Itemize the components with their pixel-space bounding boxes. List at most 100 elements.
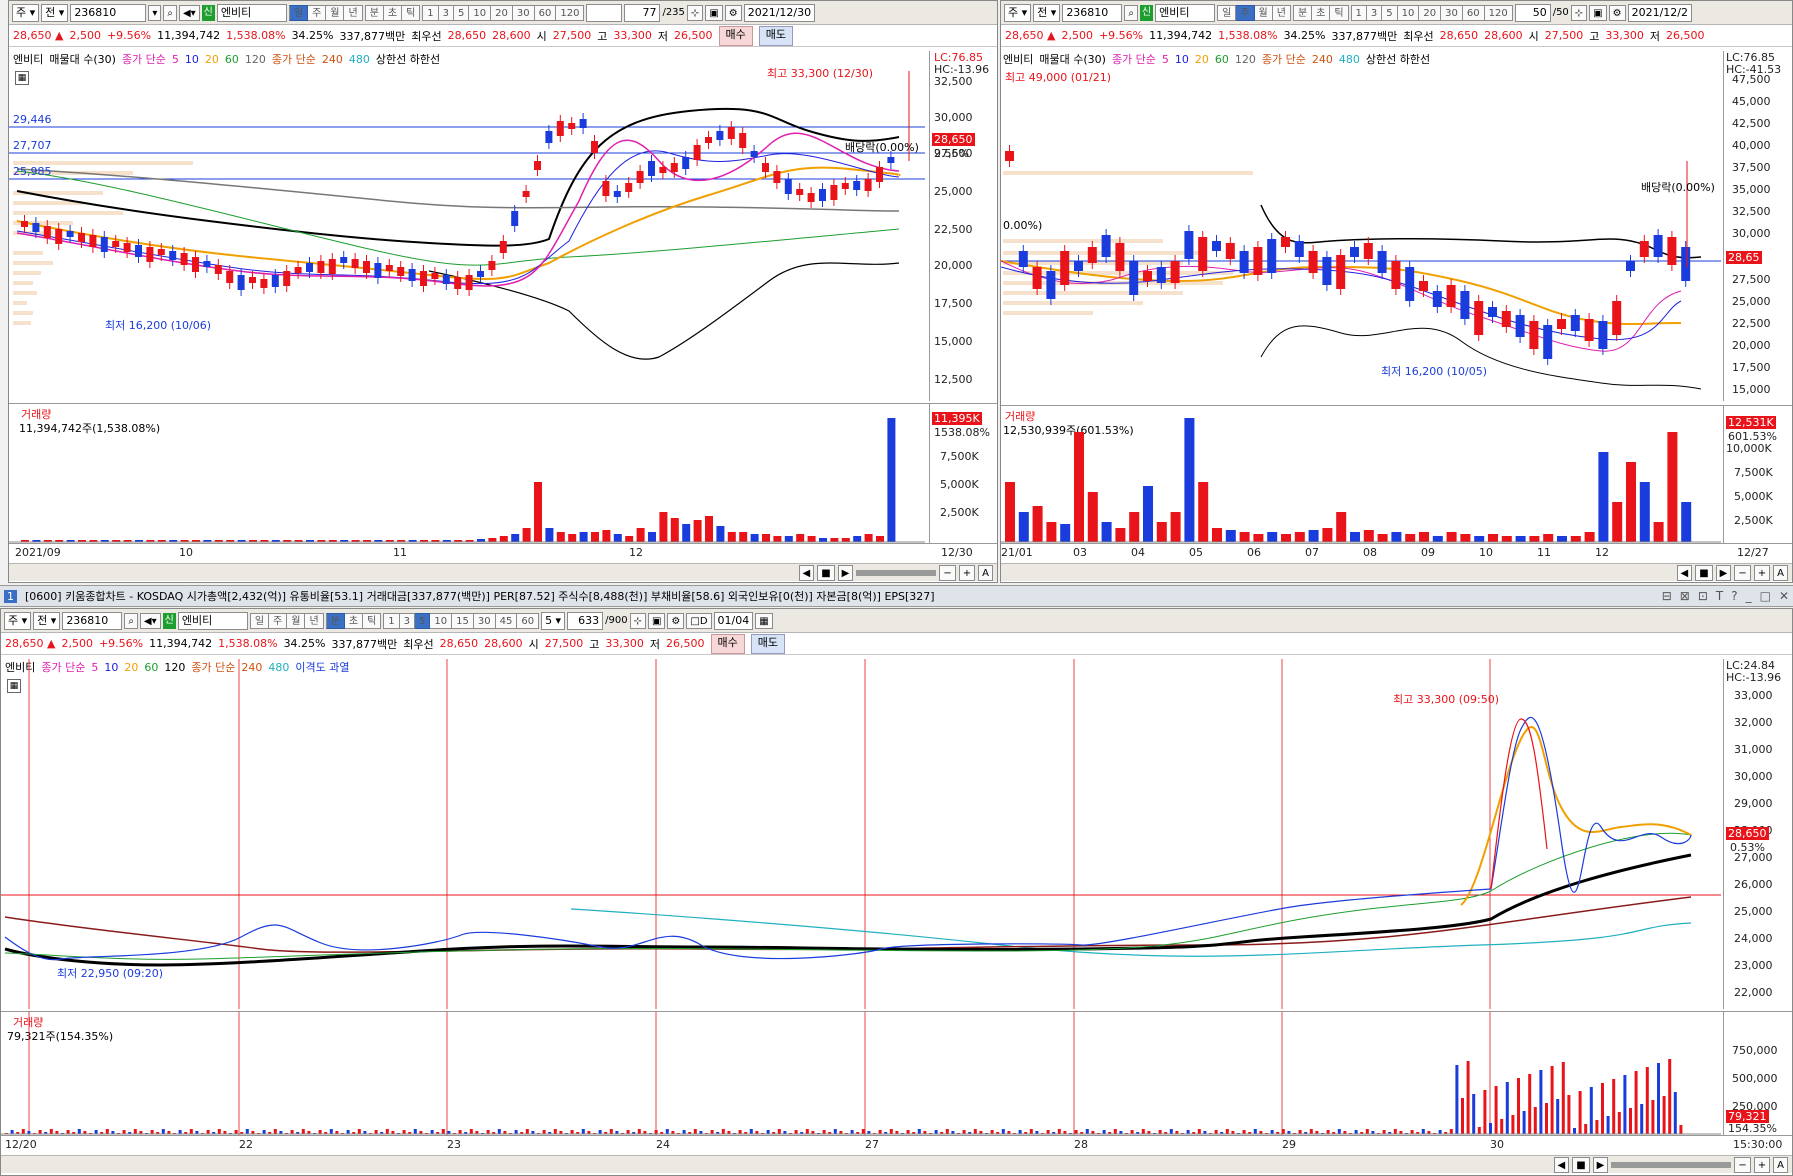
num-tab[interactable]: 1	[422, 4, 439, 21]
buy-button[interactable]: 매수	[718, 25, 753, 46]
link-icon[interactable]: ⊟	[1662, 589, 1672, 603]
sound-icon[interactable]: ◀▾	[178, 4, 200, 21]
crosshair-icon[interactable]: ⊹	[1570, 4, 1588, 21]
zoom-in-icon[interactable]: +	[1753, 564, 1771, 581]
sell-button[interactable]: 매도	[750, 633, 785, 654]
crosshair-icon[interactable]: ⊹	[629, 612, 646, 629]
tab-minute[interactable]: 분	[364, 4, 384, 21]
left-scroll-bar[interactable]: ◀ ■ ▶ − + A	[9, 563, 997, 581]
settings-icon[interactable]: ⚙	[1608, 4, 1626, 21]
num-tab[interactable]: 3	[438, 4, 455, 21]
date-input[interactable]: 2021/12/2	[1627, 3, 1693, 22]
num-tab[interactable]: 15	[452, 612, 474, 629]
tab-year[interactable]: 년	[344, 4, 363, 21]
pin-icon[interactable]: ⊡	[1698, 589, 1708, 603]
tab-second[interactable]: 초	[383, 4, 403, 21]
code-dropdown-icon[interactable]: ▾	[148, 4, 162, 21]
tab-second[interactable]: 초	[344, 612, 364, 629]
bottom-scroll-bar[interactable]: ◀ ■ ▶ − + A	[1, 1155, 1792, 1173]
tab-week[interactable]: 주	[1236, 4, 1255, 21]
tab-week[interactable]: 주	[308, 4, 327, 21]
text-tool-icon[interactable]: A	[978, 564, 993, 581]
minimize-icon[interactable]: _	[1746, 589, 1752, 603]
num-tab[interactable]: 120	[1484, 4, 1513, 21]
zoom-in-icon[interactable]: +	[1753, 1156, 1771, 1173]
tab-minute[interactable]: 분	[1292, 4, 1313, 21]
text-tool-icon[interactable]: A	[1773, 1156, 1788, 1173]
tab-month[interactable]: 월	[326, 4, 345, 21]
settings-icon[interactable]: ⚙	[724, 4, 742, 21]
search-icon[interactable]: ⌕	[163, 4, 177, 21]
count-input[interactable]: 77	[624, 3, 661, 22]
stop-icon[interactable]: ■	[1695, 564, 1713, 581]
tab-second[interactable]: 초	[1312, 4, 1331, 21]
settings-icon[interactable]: ⚙	[667, 612, 685, 629]
tab-week[interactable]: 주	[269, 612, 288, 629]
num-tab[interactable]: 10	[430, 612, 453, 629]
num-tab[interactable]: 5	[1382, 4, 1398, 21]
scroll-left-icon[interactable]: ◀	[1553, 1156, 1570, 1173]
num-tab[interactable]: 30	[473, 612, 496, 629]
num-tab[interactable]: 30	[1441, 4, 1463, 21]
num-tab[interactable]: 20	[491, 4, 513, 21]
search-icon[interactable]: ⌕	[1124, 4, 1138, 21]
market-sub-select[interactable]: 전 ▾	[41, 3, 69, 22]
save-icon[interactable]: ▣	[647, 612, 666, 629]
num-tab[interactable]: 60	[517, 612, 540, 629]
num-tab[interactable]: 60	[534, 4, 557, 21]
crosshair-icon[interactable]: ⊹	[686, 4, 704, 21]
calendar-icon[interactable]: ▦	[755, 612, 773, 629]
search-icon[interactable]: ⌕	[124, 612, 138, 629]
font-icon[interactable]: T	[1716, 589, 1723, 603]
tab-month[interactable]: 월	[1254, 4, 1273, 21]
stock-name[interactable]: 엔비티	[1155, 3, 1216, 22]
interval-select[interactable]: 5 ▾	[541, 611, 566, 630]
market-sub-select[interactable]: 전 ▾	[1033, 3, 1061, 22]
num-tab[interactable]: 60	[1462, 4, 1485, 21]
num-tab[interactable]: 45	[495, 612, 518, 629]
right-scroll-bar[interactable]: ◀ ■ ▶ − + A	[1001, 563, 1792, 581]
market-sub-select[interactable]: 전 ▾	[33, 611, 61, 630]
date-input[interactable]: 01/04	[713, 611, 754, 630]
sell-button[interactable]: 매도	[758, 25, 793, 46]
tab-tick[interactable]: 틱	[363, 612, 382, 629]
buy-button[interactable]: 매수	[710, 633, 745, 654]
close-icon[interactable]: ✕	[1779, 589, 1789, 603]
tab-day[interactable]: 일	[1217, 4, 1237, 21]
help-icon[interactable]: ?	[1731, 589, 1737, 603]
scroll-right-icon[interactable]: ▶	[837, 564, 854, 581]
num-tab[interactable]: 1	[1350, 4, 1367, 21]
maximize-icon[interactable]: □	[1760, 589, 1771, 603]
lock-icon[interactable]: ⊠	[1680, 589, 1690, 603]
stock-name[interactable]: 엔비티	[216, 3, 287, 22]
num-tab[interactable]: 5	[415, 612, 431, 629]
market-select[interactable]: 주 ▾	[4, 611, 32, 630]
tab-year[interactable]: 년	[305, 612, 324, 629]
market-select[interactable]: 주 ▾	[12, 3, 40, 22]
count-input[interactable]: 633	[567, 611, 604, 630]
zoom-out-icon[interactable]: −	[1734, 564, 1751, 581]
stock-name[interactable]: 엔비티	[177, 611, 248, 630]
num-tab[interactable]: 120	[556, 4, 585, 21]
count-input[interactable]: 50	[1514, 3, 1551, 22]
code-input[interactable]: 236810	[62, 611, 123, 630]
stop-icon[interactable]: ■	[1572, 1156, 1590, 1173]
checkbox[interactable]: □D	[686, 612, 712, 629]
scroll-right-icon[interactable]: ▶	[1715, 564, 1732, 581]
num-tab[interactable]: 10	[469, 4, 492, 21]
date-input[interactable]: 2021/12/30	[743, 3, 816, 22]
scroll-left-icon[interactable]: ◀	[1676, 564, 1693, 581]
tab-month[interactable]: 월	[287, 612, 306, 629]
save-icon[interactable]: ▣	[705, 4, 723, 21]
market-select[interactable]: 주 ▾	[1004, 3, 1032, 22]
zoom-in-icon[interactable]: +	[958, 564, 976, 581]
code-input[interactable]: 236810	[1062, 3, 1123, 22]
save-icon[interactable]: ▣	[1589, 4, 1607, 21]
zoom-out-icon[interactable]: −	[939, 564, 956, 581]
num-tab[interactable]: 3	[399, 612, 416, 629]
num-tab[interactable]: 10	[1397, 4, 1420, 21]
tab-year[interactable]: 년	[1272, 4, 1291, 21]
tab-tick[interactable]: 틱	[1330, 4, 1349, 21]
tab-minute[interactable]: 분	[325, 612, 345, 629]
num-tab[interactable]: 1	[383, 612, 400, 629]
